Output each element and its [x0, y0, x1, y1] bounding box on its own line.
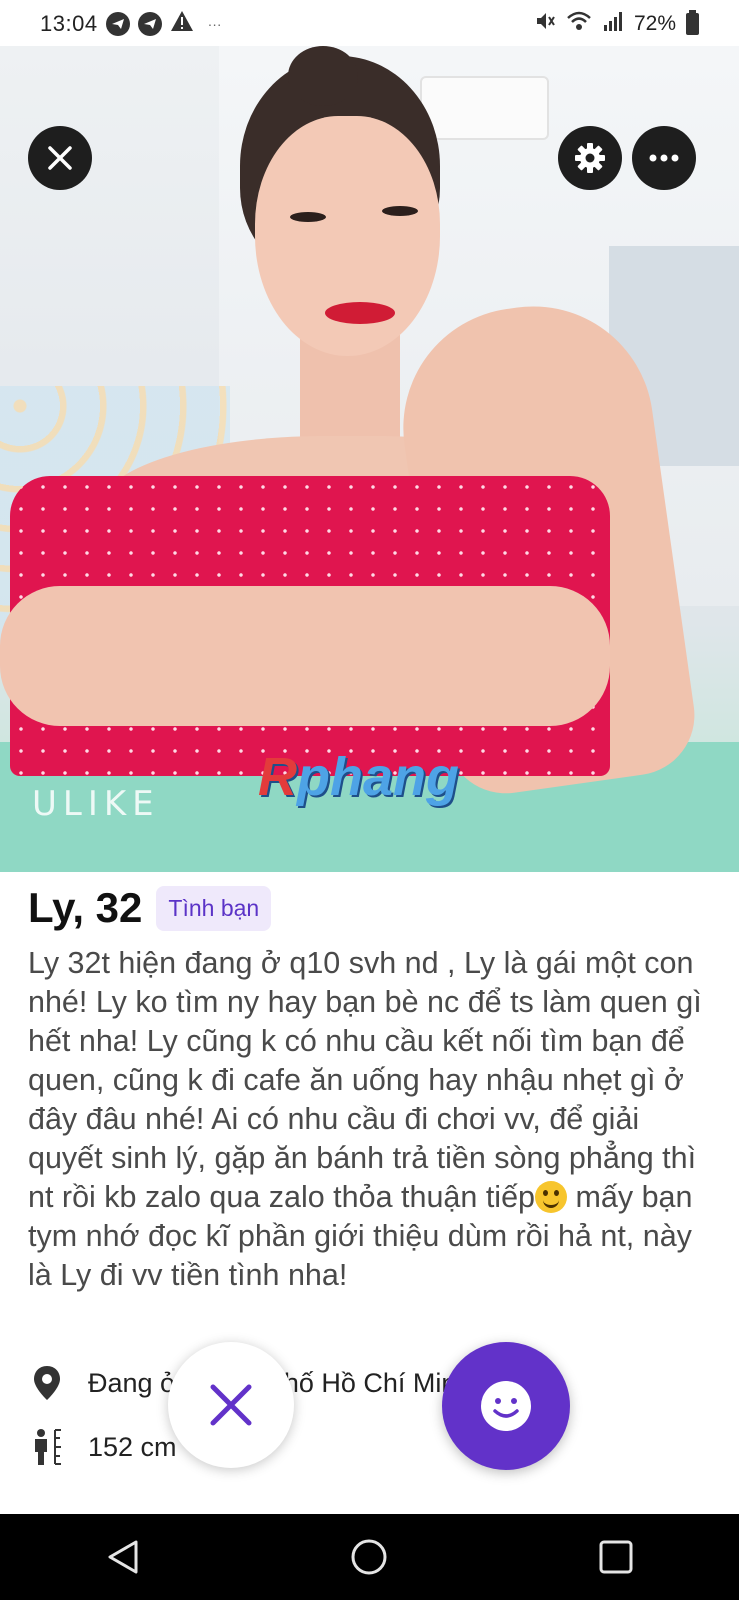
- watermark-ulike: ULIKE: [32, 784, 160, 824]
- profile-bio: Ly 32t hiện đang ở q10 svh nd , Ly là gá…: [28, 944, 713, 1330]
- more-horizontal-icon: [649, 154, 679, 162]
- warning-icon: [170, 10, 194, 38]
- profile-photo[interactable]: ULIKE Rphang: [0, 46, 739, 872]
- system-nav-bar: [0, 1514, 739, 1600]
- more-dots-icon: ···: [207, 16, 222, 32]
- status-right: 72%: [534, 10, 699, 38]
- status-bar: 13:04 ··· 72%: [0, 0, 739, 46]
- battery-icon: [686, 10, 699, 35]
- gear-icon: [575, 143, 605, 173]
- profile-name-age: Ly, 32: [28, 884, 143, 931]
- nav-recents-button[interactable]: [586, 1527, 646, 1587]
- smiley-icon: [481, 1381, 531, 1431]
- height-row: 152 cm: [28, 1428, 177, 1466]
- mute-icon: [534, 10, 556, 38]
- intent-badge: Tình bạn: [156, 885, 272, 931]
- status-time: 13:04: [40, 11, 98, 36]
- photo-air-conditioner: [420, 76, 549, 140]
- nav-back-button[interactable]: [93, 1527, 153, 1587]
- bio-text-part1: Ly 32t hiện đang ở q10 svh nd , Ly là gá…: [28, 946, 702, 1214]
- name-row: Ly, 32 Tình bạn: [28, 884, 272, 932]
- telegram-icon: [105, 12, 130, 36]
- photo-arm-left: [0, 586, 610, 726]
- telegram-icon: [137, 12, 162, 36]
- watermark-brand-first: R: [258, 747, 297, 807]
- back-triangle-icon: [108, 1540, 138, 1574]
- photo-eye-right: [382, 206, 418, 216]
- photo-lips: [325, 302, 395, 324]
- height-text: 152 cm: [88, 1431, 177, 1462]
- recents-square-icon: [599, 1540, 633, 1574]
- dislike-button[interactable]: [168, 1342, 294, 1468]
- status-left: 13:04 ···: [40, 10, 222, 38]
- more-options-button[interactable]: [632, 126, 696, 190]
- height-ruler-icon: [28, 1428, 66, 1466]
- smile-emoji-icon: [535, 1181, 567, 1213]
- location-pin-icon: [28, 1364, 66, 1402]
- watermark-brand-rest: phang: [297, 747, 459, 807]
- like-button[interactable]: [442, 1342, 570, 1470]
- settings-button[interactable]: [558, 126, 622, 190]
- close-icon: [48, 146, 72, 170]
- photo-eye-left: [290, 212, 326, 222]
- close-icon: [210, 1384, 252, 1426]
- wifi-icon: [566, 10, 592, 38]
- signal-icon: [602, 10, 624, 38]
- close-button[interactable]: [28, 126, 92, 190]
- photo-hair-bun: [288, 46, 358, 106]
- home-circle-icon: [351, 1539, 387, 1575]
- watermark-brand: Rphang: [258, 746, 459, 808]
- battery-text: 72%: [633, 12, 676, 35]
- nav-home-button[interactable]: [339, 1527, 399, 1587]
